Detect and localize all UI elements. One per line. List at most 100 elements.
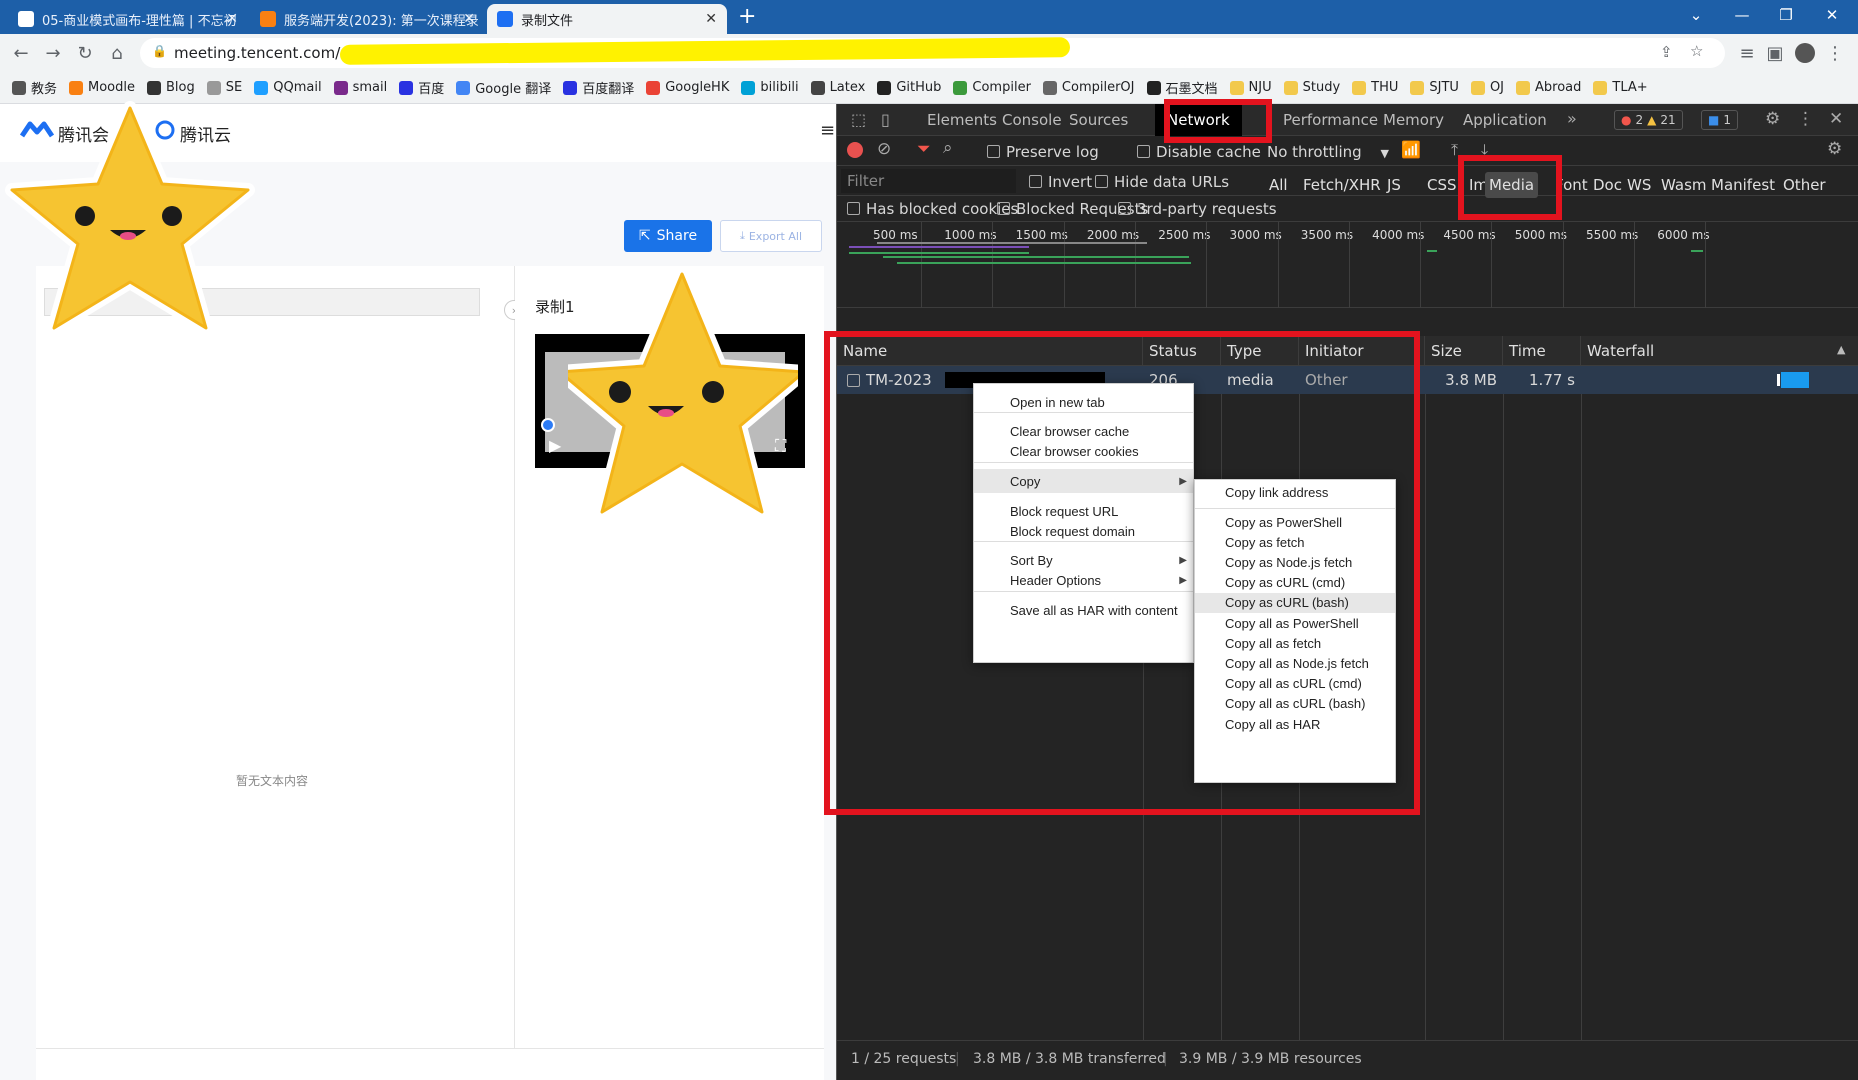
preserve-log-checkbox[interactable]: Preserve log xyxy=(987,143,1099,161)
more-tabs-button[interactable]: » xyxy=(1567,109,1577,128)
back-icon[interactable]: ← xyxy=(8,40,34,66)
browser-tab-1[interactable]: 05-商业模式画布-理性篇 | 不忘初 ✕ xyxy=(8,4,248,34)
third-party-checkbox[interactable]: 3rd-party requests xyxy=(1118,200,1277,218)
bookmark-item[interactable]: GitHub xyxy=(877,80,941,95)
network-conditions-icon[interactable]: 📶 xyxy=(1401,140,1421,159)
inspect-icon[interactable]: ⬚ xyxy=(851,110,866,129)
bookmark-item[interactable]: TLA+ xyxy=(1593,80,1648,95)
clear-icon[interactable]: ⊘ xyxy=(877,139,891,159)
progress-handle[interactable] xyxy=(541,418,555,432)
disable-cache-checkbox[interactable]: Disable cache xyxy=(1137,143,1261,161)
bookmark-item[interactable]: SJTU xyxy=(1410,80,1459,95)
close-devtools-icon[interactable]: ✕ xyxy=(1829,109,1843,129)
star-icon[interactable]: ☆ xyxy=(1690,42,1703,60)
column-time[interactable]: Time xyxy=(1503,336,1581,366)
has-blocked-cookies-checkbox[interactable]: Has blocked cookies xyxy=(847,200,1018,218)
bookmark-item[interactable]: OJ xyxy=(1470,80,1504,95)
devtools-tab-sources[interactable]: Sources xyxy=(1069,104,1128,136)
devtools-tab-memory[interactable]: Memory xyxy=(1383,104,1444,136)
kebab-menu-icon[interactable]: ⋮ xyxy=(1797,109,1814,129)
request-time: 1.77 s xyxy=(1529,371,1575,389)
bookmark-icon xyxy=(1516,80,1531,95)
bookmark-item[interactable]: QQmail xyxy=(254,80,322,95)
network-toolbar: ⊘ ⏷ ⌕ Preserve log Disable cache No thro… xyxy=(837,136,1858,166)
filter-type-doc[interactable]: Doc xyxy=(1593,172,1622,198)
devtools-tab-performance[interactable]: Performance xyxy=(1283,104,1378,136)
overview-timeline[interactable]: 500 ms 1000 ms 1500 ms 2000 ms 2500 ms 3000 m… xyxy=(837,222,1858,308)
column-size[interactable]: Size xyxy=(1425,336,1503,366)
doc-icon xyxy=(18,11,34,27)
filter-type-all[interactable]: All xyxy=(1269,172,1288,198)
column-waterfall[interactable]: Waterfall xyxy=(1581,336,1858,366)
messages-counter[interactable]: ■ 1 xyxy=(1701,110,1738,130)
filter-type-ws[interactable]: WS xyxy=(1627,172,1651,198)
devtools-tab-application[interactable]: Application xyxy=(1463,104,1547,136)
play-icon[interactable]: ▶ xyxy=(549,436,561,455)
search-icon[interactable]: ⌕ xyxy=(943,138,953,158)
share-button[interactable]: ⇱ Share xyxy=(624,220,712,252)
close-icon[interactable]: ✕ xyxy=(705,11,717,27)
network-settings-icon[interactable]: ⚙ xyxy=(1827,139,1842,159)
bookmark-item[interactable]: 石墨文档 xyxy=(1146,78,1218,97)
bookmark-item[interactable]: 百度 xyxy=(399,78,444,97)
reload-icon[interactable]: ↻ xyxy=(72,40,98,66)
new-tab-button[interactable]: + xyxy=(738,4,756,29)
bookmark-item[interactable]: Blog xyxy=(147,80,195,95)
filter-icon[interactable]: ⏷ xyxy=(917,139,931,159)
hide-data-urls-checkbox[interactable]: Hide data URLs xyxy=(1095,173,1229,191)
issues-counter[interactable]: ● 2 ▲ 21 xyxy=(1614,110,1683,130)
bookmark-icon xyxy=(1470,80,1485,95)
filter-type-other[interactable]: Other xyxy=(1783,172,1826,198)
invert-checkbox[interactable]: Invert xyxy=(1029,173,1092,191)
avatar[interactable] xyxy=(1792,40,1818,66)
bookmark-item[interactable]: GoogleHK xyxy=(646,80,729,95)
sidebar-icon[interactable]: ▣ xyxy=(1762,40,1788,66)
filter-type-manifest[interactable]: Manifest xyxy=(1711,172,1775,198)
close-window-button[interactable]: ✕ xyxy=(1810,0,1854,30)
tab-strip: 05-商业模式画布-理性篇 | 不忘初 ✕ 服务端开发(2023): 第一次课程… xyxy=(0,0,1858,34)
devtools-tab-elements[interactable]: Elements xyxy=(927,104,997,136)
bookmark-item[interactable]: Latex xyxy=(810,80,865,95)
filter-type-fetchxhr[interactable]: Fetch/XHR xyxy=(1303,172,1381,198)
close-icon[interactable]: ✕ xyxy=(463,11,475,27)
reading-list-icon[interactable]: ≡ xyxy=(1734,40,1760,66)
bookmark-item[interactable]: Study xyxy=(1283,80,1340,95)
filter-type-wasm[interactable]: Wasm xyxy=(1661,172,1707,198)
chevron-down-icon[interactable]: ⌄ xyxy=(1674,0,1718,30)
browser-tab-2[interactable]: 服务端开发(2023): 第一次课程录 ✕ xyxy=(250,4,485,34)
bookmark-item[interactable]: Google 翻译 xyxy=(456,78,551,97)
bookmark-item[interactable]: smail xyxy=(333,80,387,95)
bookmark-item[interactable]: SE xyxy=(206,80,242,95)
share-icon[interactable]: ⇪ xyxy=(1660,43,1673,61)
bookmark-item[interactable]: Moodle xyxy=(69,80,135,95)
settings-gear-icon[interactable]: ⚙ xyxy=(1765,109,1780,129)
timeline-tick-label: 6000 ms xyxy=(1657,228,1710,242)
filter-type-js[interactable]: JS xyxy=(1387,172,1401,198)
throttling-select[interactable]: No throttling ▼ xyxy=(1267,143,1389,161)
bookmark-item[interactable]: 教务 xyxy=(12,78,57,97)
hamburger-icon[interactable]: ≡ xyxy=(820,120,835,141)
bookmark-item[interactable]: THU xyxy=(1352,80,1398,95)
browser-tab-3[interactable]: 录制文件 ✕ xyxy=(487,4,727,34)
minimize-button[interactable]: — xyxy=(1720,0,1764,30)
bookmark-item[interactable]: bilibili xyxy=(741,80,799,95)
filter-input-box[interactable]: Filter xyxy=(841,169,1016,193)
restore-button[interactable]: ❐ xyxy=(1764,0,1808,30)
close-icon[interactable]: ✕ xyxy=(226,11,238,27)
bookmark-item[interactable]: NJU xyxy=(1229,80,1272,95)
bookmark-item[interactable]: 百度翻译 xyxy=(563,78,634,97)
menu-icon[interactable]: ⋮ xyxy=(1822,40,1848,66)
bookmark-item[interactable]: Abroad xyxy=(1516,80,1581,95)
home-icon[interactable]: ⌂ xyxy=(104,40,130,66)
filter-type-css[interactable]: CSS xyxy=(1427,172,1457,198)
bookmark-item[interactable]: CompilerOJ xyxy=(1042,80,1135,95)
devtools-tab-console[interactable]: Console xyxy=(1002,104,1062,136)
export-all-button[interactable]: ⤓ Export All xyxy=(720,220,822,252)
forward-icon[interactable]: → xyxy=(40,40,66,66)
bookmark-item[interactable]: Compiler xyxy=(953,80,1031,95)
record-icon[interactable] xyxy=(847,142,863,158)
network-status-bar: 1 / 25 requests | 3.8 MB / 3.8 MB transf… xyxy=(837,1040,1858,1080)
device-toolbar-icon[interactable]: ▯ xyxy=(881,110,890,129)
error-count: 2 xyxy=(1635,113,1644,127)
address-bar[interactable]: 🔒 meeting.tencent.com/us ⇪ ☆ xyxy=(140,37,1725,68)
